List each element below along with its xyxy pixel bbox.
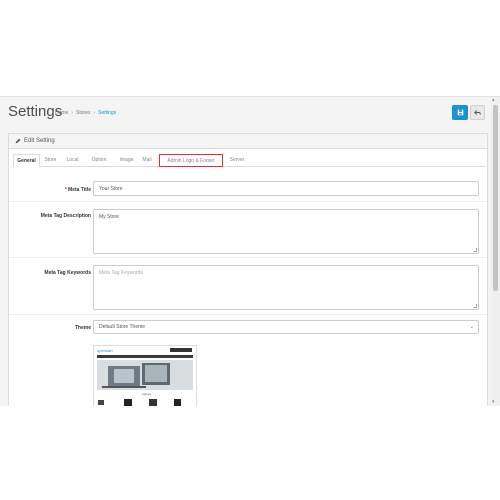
thumbnail-brand: opencart [97, 348, 113, 353]
meta-description-value: My Store [99, 214, 120, 220]
meta-title-input[interactable]: Your Store [93, 181, 479, 196]
save-icon [457, 109, 463, 116]
breadcrumb-settings[interactable]: Settings [98, 110, 116, 116]
resize-grip[interactable] [473, 248, 477, 252]
panel-heading-text: Edit Setting [24, 138, 55, 144]
chevron-down-icon: ⌄ [469, 324, 474, 330]
theme-preview-image: opencart Laptops [94, 346, 196, 406]
tab-bar: General Store Local Option Image Mail Ad… [13, 154, 485, 167]
tab-admin-logo-footer[interactable]: Admin Logo & Footer [159, 154, 223, 167]
back-button[interactable] [470, 105, 485, 120]
tab-server[interactable]: Server [223, 154, 251, 167]
breadcrumb-stores[interactable]: Stores [76, 110, 90, 116]
pencil-icon [15, 138, 21, 144]
reply-icon [474, 110, 481, 115]
tab-option[interactable]: Option [84, 154, 114, 167]
save-button[interactable] [452, 105, 468, 120]
thumbnail-caption: Laptops [142, 393, 152, 396]
meta-keywords-textarea[interactable]: Meta Tag Keywords [93, 265, 479, 310]
tab-image[interactable]: Image [114, 154, 139, 167]
meta-keywords-label: Meta Tag Keywords [44, 270, 91, 276]
meta-title-row: * Meta Title Your Store [9, 174, 487, 202]
tab-store[interactable]: Store [40, 154, 61, 167]
resize-grip[interactable] [473, 304, 477, 308]
tab-general[interactable]: General [13, 154, 40, 167]
app-window: Settings Home › Stores › Settings Edit S… [0, 96, 500, 406]
meta-keywords-row: Meta Tag Keywords Meta Tag Keywords [9, 258, 487, 315]
meta-description-row: Meta Tag Description My Store [9, 202, 487, 258]
theme-select[interactable]: Default Store Theme ⌄ [93, 320, 479, 334]
breadcrumb-separator: › [93, 110, 96, 116]
theme-thumbnail: opencart Laptops [93, 345, 197, 406]
meta-description-label: Meta Tag Description [40, 213, 91, 219]
theme-select-value: Default Store Theme [99, 324, 146, 330]
panel-heading: Edit Setting [9, 134, 487, 149]
theme-label: Theme [74, 325, 91, 331]
theme-row: Theme Default Store Theme ⌄ [9, 315, 487, 406]
meta-keywords-placeholder: Meta Tag Keywords [99, 270, 143, 276]
page-header: Settings Home › Stores › Settings [0, 97, 490, 127]
meta-description-textarea[interactable]: My Store [93, 209, 479, 254]
meta-title-label: * Meta Title [64, 187, 91, 193]
vertical-scrollbar[interactable]: ▴ ▾ [491, 97, 500, 406]
required-marker: * [64, 187, 67, 193]
breadcrumb: Home › Stores › Settings [55, 110, 116, 116]
breadcrumb-home[interactable]: Home [55, 110, 68, 116]
scroll-up-icon[interactable]: ▴ [492, 97, 495, 103]
tab-local[interactable]: Local [61, 154, 84, 167]
breadcrumb-separator: › [71, 110, 74, 116]
scroll-down-icon[interactable]: ▾ [492, 399, 495, 405]
tab-mail[interactable]: Mail [139, 154, 155, 167]
edit-setting-panel: Edit Setting General Store Local Option … [8, 133, 488, 406]
scrollbar-thumb[interactable] [493, 105, 498, 291]
